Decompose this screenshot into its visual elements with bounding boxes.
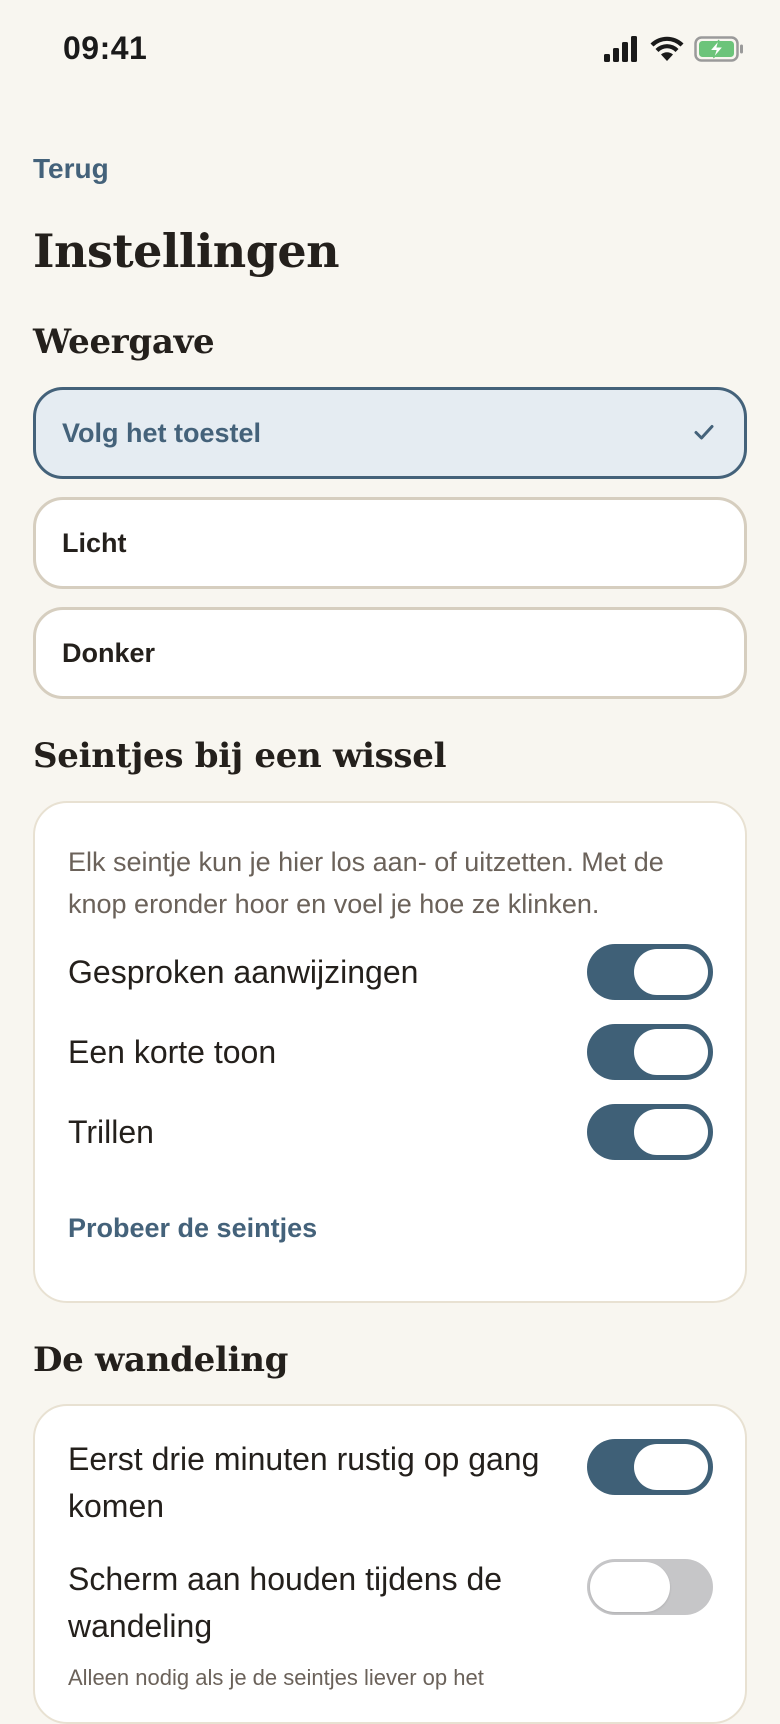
toggle-warmup[interactable] xyxy=(587,1439,713,1495)
wifi-icon xyxy=(650,36,684,61)
appearance-option-dark[interactable]: Donker xyxy=(33,607,747,699)
battery-charging-icon xyxy=(694,36,743,62)
toggle-short-tone[interactable] xyxy=(587,1024,713,1080)
toggle-screen-on[interactable] xyxy=(587,1559,713,1615)
signals-card: Elk seintje kun je hier los aan- of uitz… xyxy=(33,801,747,1303)
appearance-option-label: Volg het toestel xyxy=(62,417,262,448)
toggle-label-warmup: Eerst drie minuten rustig op gang komen xyxy=(68,1441,540,1524)
toggle-knob xyxy=(634,1444,708,1490)
toggle-knob xyxy=(634,1109,708,1155)
toggle-knob xyxy=(634,949,708,995)
walk-section-title: De wandeling xyxy=(33,1340,289,1380)
toggle-label-spoken: Gesproken aanwijzingen xyxy=(68,954,419,990)
toggle-spoken-guidance[interactable] xyxy=(587,944,713,1000)
walk-card: Eerst drie minuten rustig op gang komen … xyxy=(33,1404,747,1724)
toggle-label-screen-on: Scherm aan houden tijdens de wandeling xyxy=(68,1561,503,1644)
page-title: Instellingen xyxy=(33,224,340,278)
screen-on-note: Alleen nodig als je de seintjes liever o… xyxy=(68,1665,484,1690)
status-time: 09:41 xyxy=(63,30,148,66)
toggle-label-vibrate: Trillen xyxy=(68,1114,154,1150)
signal-icon xyxy=(604,36,637,62)
checkmark-icon xyxy=(694,425,714,440)
status-icons xyxy=(604,36,744,62)
appearance-option-label: Donker xyxy=(62,637,156,668)
back-link[interactable]: Terug xyxy=(33,153,109,185)
toggle-knob xyxy=(634,1029,708,1075)
appearance-option-system[interactable]: Volg het toestel xyxy=(33,387,747,479)
status-bar: 09:41 xyxy=(0,0,780,100)
try-signals-button[interactable]: Probeer de seintjes xyxy=(68,1213,317,1244)
toggle-label-tone: Een korte toon xyxy=(68,1034,277,1070)
appearance-section-title: Weergave xyxy=(33,322,215,362)
appearance-option-label: Licht xyxy=(62,527,127,558)
appearance-option-light[interactable]: Licht xyxy=(33,497,747,589)
toggle-vibrate[interactable] xyxy=(587,1104,713,1160)
signals-description: Elk seintje kun je hier los aan- of uitz… xyxy=(68,847,664,919)
signals-section-title: Seintjes bij een wissel xyxy=(33,736,447,776)
toggle-knob xyxy=(590,1562,670,1612)
